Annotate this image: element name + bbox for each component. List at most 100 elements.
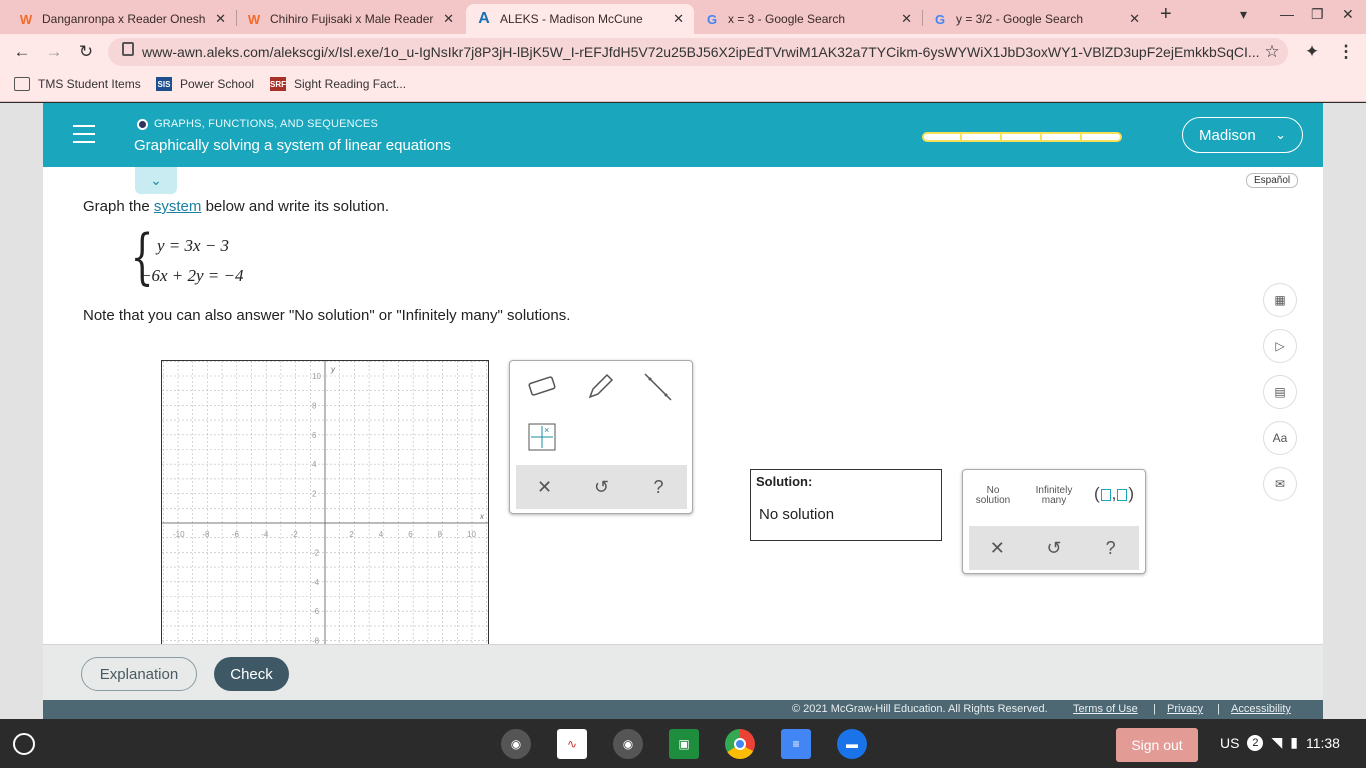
tab-title: Danganronpa x Reader Onesh (42, 12, 206, 26)
back-icon[interactable]: ← (10, 40, 34, 64)
terms-link[interactable]: Terms of Use (1073, 703, 1138, 715)
bookmark-star-icon[interactable]: ☆ (1260, 40, 1284, 64)
tab-search-icon[interactable]: ▾ (1240, 6, 1247, 23)
y-tick-label: 2 (312, 490, 317, 499)
reload-icon[interactable]: ↻ (74, 40, 98, 64)
close-tab-icon[interactable]: ✕ (901, 11, 912, 27)
new-tab-icon[interactable]: + (1160, 3, 1172, 26)
topic-title: GRAPHS, FUNCTIONS, AND SEQUENCES (154, 118, 378, 130)
menu-hamburger-icon[interactable] (73, 125, 95, 143)
camera-icon[interactable]: ◉ (501, 729, 531, 759)
minimize-icon[interactable]: — (1280, 6, 1294, 22)
address-bar[interactable]: www-awn.aleks.com/alekscgi/x/Isl.exe/1o_… (108, 38, 1288, 66)
line-tool-icon[interactable] (640, 369, 676, 405)
x-tick-label: -8 (202, 530, 210, 539)
extensions-icon[interactable]: ✦ (1300, 40, 1324, 64)
tab-google-x3[interactable]: G x = 3 - Google Search ✕ (694, 4, 922, 34)
close-window-icon[interactable]: ✕ (1342, 6, 1354, 23)
chrome-icon[interactable] (725, 729, 755, 759)
tab-google-y32[interactable]: G y = 3/2 - Google Search ✕ (922, 4, 1150, 34)
x-tick-label: -10 (173, 530, 185, 539)
sign-out-button[interactable]: Sign out (1116, 728, 1198, 762)
toolbox-actions: ✕ ↺ ? (516, 465, 687, 509)
lock-icon (122, 42, 134, 56)
chevron-down-icon: ⌄ (1275, 127, 1286, 142)
calculator-icon[interactable]: ▦ (1263, 283, 1297, 317)
close-tab-icon[interactable]: ✕ (215, 11, 226, 27)
bookmark-sight-reading[interactable]: SRF Sight Reading Fact... (270, 77, 406, 91)
help-icon[interactable]: ? (1091, 538, 1131, 559)
close-tab-icon[interactable]: ✕ (1129, 11, 1140, 27)
undo-icon[interactable]: ↺ (1034, 538, 1074, 559)
clock: 11:38 (1305, 734, 1340, 751)
equation-2: −6x + 2y = −4 (140, 266, 244, 285)
tab-danganronpa[interactable]: W Danganronpa x Reader Onesh ✕ (8, 4, 236, 34)
status-tray[interactable]: US 2 ◥ ▮ 11:38 (1220, 734, 1340, 751)
forward-icon[interactable]: → (42, 40, 66, 64)
user-name: Madison (1199, 126, 1256, 144)
solution-value: No solution (759, 506, 835, 523)
language-toggle[interactable]: Español (1246, 173, 1299, 188)
wifi-icon: ◥ (1271, 734, 1283, 750)
close-tab-icon[interactable]: ✕ (443, 11, 454, 27)
docs-icon[interactable]: ≡ (781, 729, 811, 759)
textbook-icon[interactable]: ▤ (1263, 375, 1297, 409)
tab-chihiro[interactable]: W Chihiro Fujisaki x Male Reader ✕ (236, 4, 464, 34)
progress-bar (922, 132, 1122, 142)
aleks-header: GRAPHS, FUNCTIONS, AND SEQUENCES Graphic… (43, 103, 1323, 167)
locale-indicator: US (1220, 734, 1240, 751)
user-menu-button[interactable]: Madison ⌄ (1182, 117, 1303, 153)
os-shelf: ◉ ∿ ◉ ▣ ≡ ▬ Sign out US 2 ◥ ▮ 11:38 (0, 720, 1366, 768)
powerschool-icon: SIS (156, 77, 172, 91)
classroom-icon[interactable]: ▣ (669, 729, 699, 759)
point-grid-icon[interactable]: × (524, 419, 560, 455)
wattpad-icon: W (19, 11, 33, 27)
ordered-pair-button[interactable]: (,) (1094, 484, 1134, 504)
x-tick-label: 2 (349, 530, 354, 539)
url-text: www-awn.aleks.com/alekscgi/x/Isl.exe/1o_… (142, 44, 1260, 60)
menu-icon[interactable]: ⋮ (1334, 40, 1358, 64)
svg-text:×: × (544, 425, 549, 435)
clear-icon[interactable]: ✕ (525, 477, 565, 498)
accessibility-link[interactable]: Accessibility (1231, 703, 1291, 715)
no-solution-button[interactable]: No solution (972, 486, 1014, 506)
graphing-area[interactable]: -10 -8 -6 -4 -2 2 4 6 8 10 10 8 6 4 2 -2 -4 -6 -8 x y (161, 360, 489, 644)
srf-icon: SRF (270, 77, 286, 91)
restore-icon[interactable]: ❐ (1311, 6, 1324, 23)
video-icon[interactable]: ▷ (1263, 329, 1297, 363)
bookmark-tms[interactable]: TMS Student Items (14, 77, 141, 91)
chevron-down-icon: ⌄ (150, 172, 162, 188)
tab-aleks[interactable]: A ALEKS - Madison McCune ✕ (466, 4, 694, 34)
graph-app-icon[interactable]: ∿ (557, 729, 587, 759)
x-tick-label: -6 (232, 530, 240, 539)
system-link[interactable]: system (154, 198, 202, 215)
coordinate-grid[interactable]: -10 -8 -6 -4 -2 2 4 6 8 10 10 8 6 4 2 -2 -4 -6 -8 x y (162, 361, 489, 644)
clear-icon[interactable]: ✕ (977, 538, 1017, 559)
help-icon[interactable]: ? (639, 477, 679, 498)
solution-label: Solution: (756, 474, 813, 489)
tab-title: Chihiro Fujisaki x Male Reader (270, 12, 434, 26)
close-tab-icon[interactable]: ✕ (673, 11, 684, 27)
equation-1: y = 3x − 3 (157, 236, 230, 255)
solution-box[interactable]: Solution: No solution (750, 469, 942, 541)
toolbar: ← → ↻ www-awn.aleks.com/alekscgi/x/Isl.e… (0, 34, 1366, 70)
dictionary-icon[interactable]: Aa (1263, 421, 1297, 455)
infinitely-many-button[interactable]: Infinitely many (1031, 486, 1077, 506)
screenshot-icon[interactable]: ◉ (613, 729, 643, 759)
google-icon: G (706, 11, 718, 27)
undo-icon[interactable]: ↺ (582, 477, 622, 498)
files-icon[interactable]: ▬ (837, 729, 867, 759)
aleks-content: GRAPHS, FUNCTIONS, AND SEQUENCES Graphic… (43, 103, 1323, 719)
battery-icon: ▮ (1290, 734, 1298, 750)
lesson-title: Graphically solving a system of linear e… (134, 137, 451, 154)
collapse-header-button[interactable]: ⌄ (135, 167, 177, 194)
explanation-button[interactable]: Explanation (81, 657, 197, 691)
bookmark-powerschool[interactable]: SIS Power School (156, 77, 254, 91)
privacy-link[interactable]: Privacy (1167, 703, 1203, 715)
mail-icon[interactable]: ✉ (1263, 467, 1297, 501)
pencil-icon[interactable] (582, 369, 618, 405)
tab-strip: W Danganronpa x Reader Onesh ✕ W Chihiro… (0, 0, 1366, 34)
check-button[interactable]: Check (214, 657, 289, 691)
launcher-icon[interactable] (13, 733, 35, 755)
eraser-icon[interactable] (524, 369, 560, 405)
